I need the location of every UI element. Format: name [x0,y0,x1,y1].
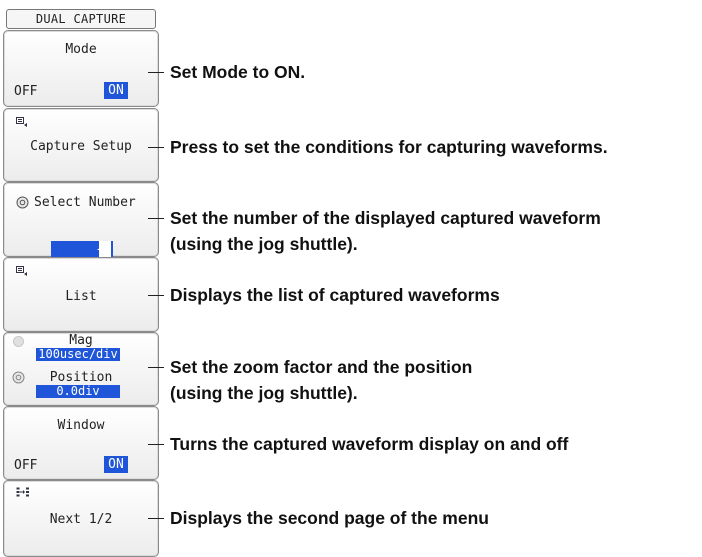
callout-line [148,147,164,148]
mag-value[interactable]: 100usec/div [36,348,120,361]
position-value[interactable]: 0.0div [36,385,120,398]
next-page-softkey[interactable]: Next 1/2 [3,480,159,557]
mag-label: Mag [69,333,93,348]
window-on-option: ON [104,456,128,473]
capture-setup-softkey[interactable]: Capture Setup [3,108,159,182]
annotation-select-number-line1: Set the number of the displayed captured… [170,208,601,228]
next-page-icon [16,487,29,497]
list-label: List [65,289,97,304]
annotation-select-number-line2: (using the jog shuttle). [170,234,358,254]
window-off-option: OFF [14,458,38,473]
capture-setup-label: Capture Setup [30,139,132,154]
annotation-zoom-line1: Set the zoom factor and the position [170,357,473,377]
menu-title: DUAL CAPTURE [6,9,156,29]
jog-shuttle-icon [16,196,29,209]
callout-line [148,518,164,519]
next-page-label: Next 1/2 [49,512,113,527]
annotation-window: Turns the captured waveform display on a… [170,434,569,454]
menu-icon [16,117,27,127]
annotation-next: Displays the second page of the menu [170,508,489,528]
mode-on-option: ON [104,82,128,99]
mode-label: Mode [65,42,97,57]
callout-line [148,72,164,73]
position-label: Position [49,370,113,385]
menu-icon [16,266,27,276]
list-softkey[interactable]: List [3,257,159,332]
zoom-softkey[interactable]: Mag 100usec/div Position 0.0div [3,332,159,406]
callout-line [148,295,164,296]
select-number-label: Select Number [34,195,136,210]
annotation-list: Displays the list of captured waveforms [170,285,500,305]
mode-softkey[interactable]: Mode OFF ON [3,30,159,107]
select-number-softkey[interactable]: Select Number -1 [3,182,159,259]
window-softkey[interactable]: Window OFF ON [3,406,159,480]
annotation-mode: Set Mode to ON. [170,62,306,82]
annotation-capture-setup: Press to set the conditions for capturin… [170,137,608,157]
window-label: Window [57,418,105,433]
mode-off-option: OFF [14,84,38,99]
callout-line [148,218,164,219]
softkey-menu-panel: DUAL CAPTURE Mode OFF ON Capture Setup S… [0,0,160,557]
callout-line [148,367,164,368]
annotation-zoom-line2: (using the jog shuttle). [170,383,358,403]
callout-line [148,444,164,445]
